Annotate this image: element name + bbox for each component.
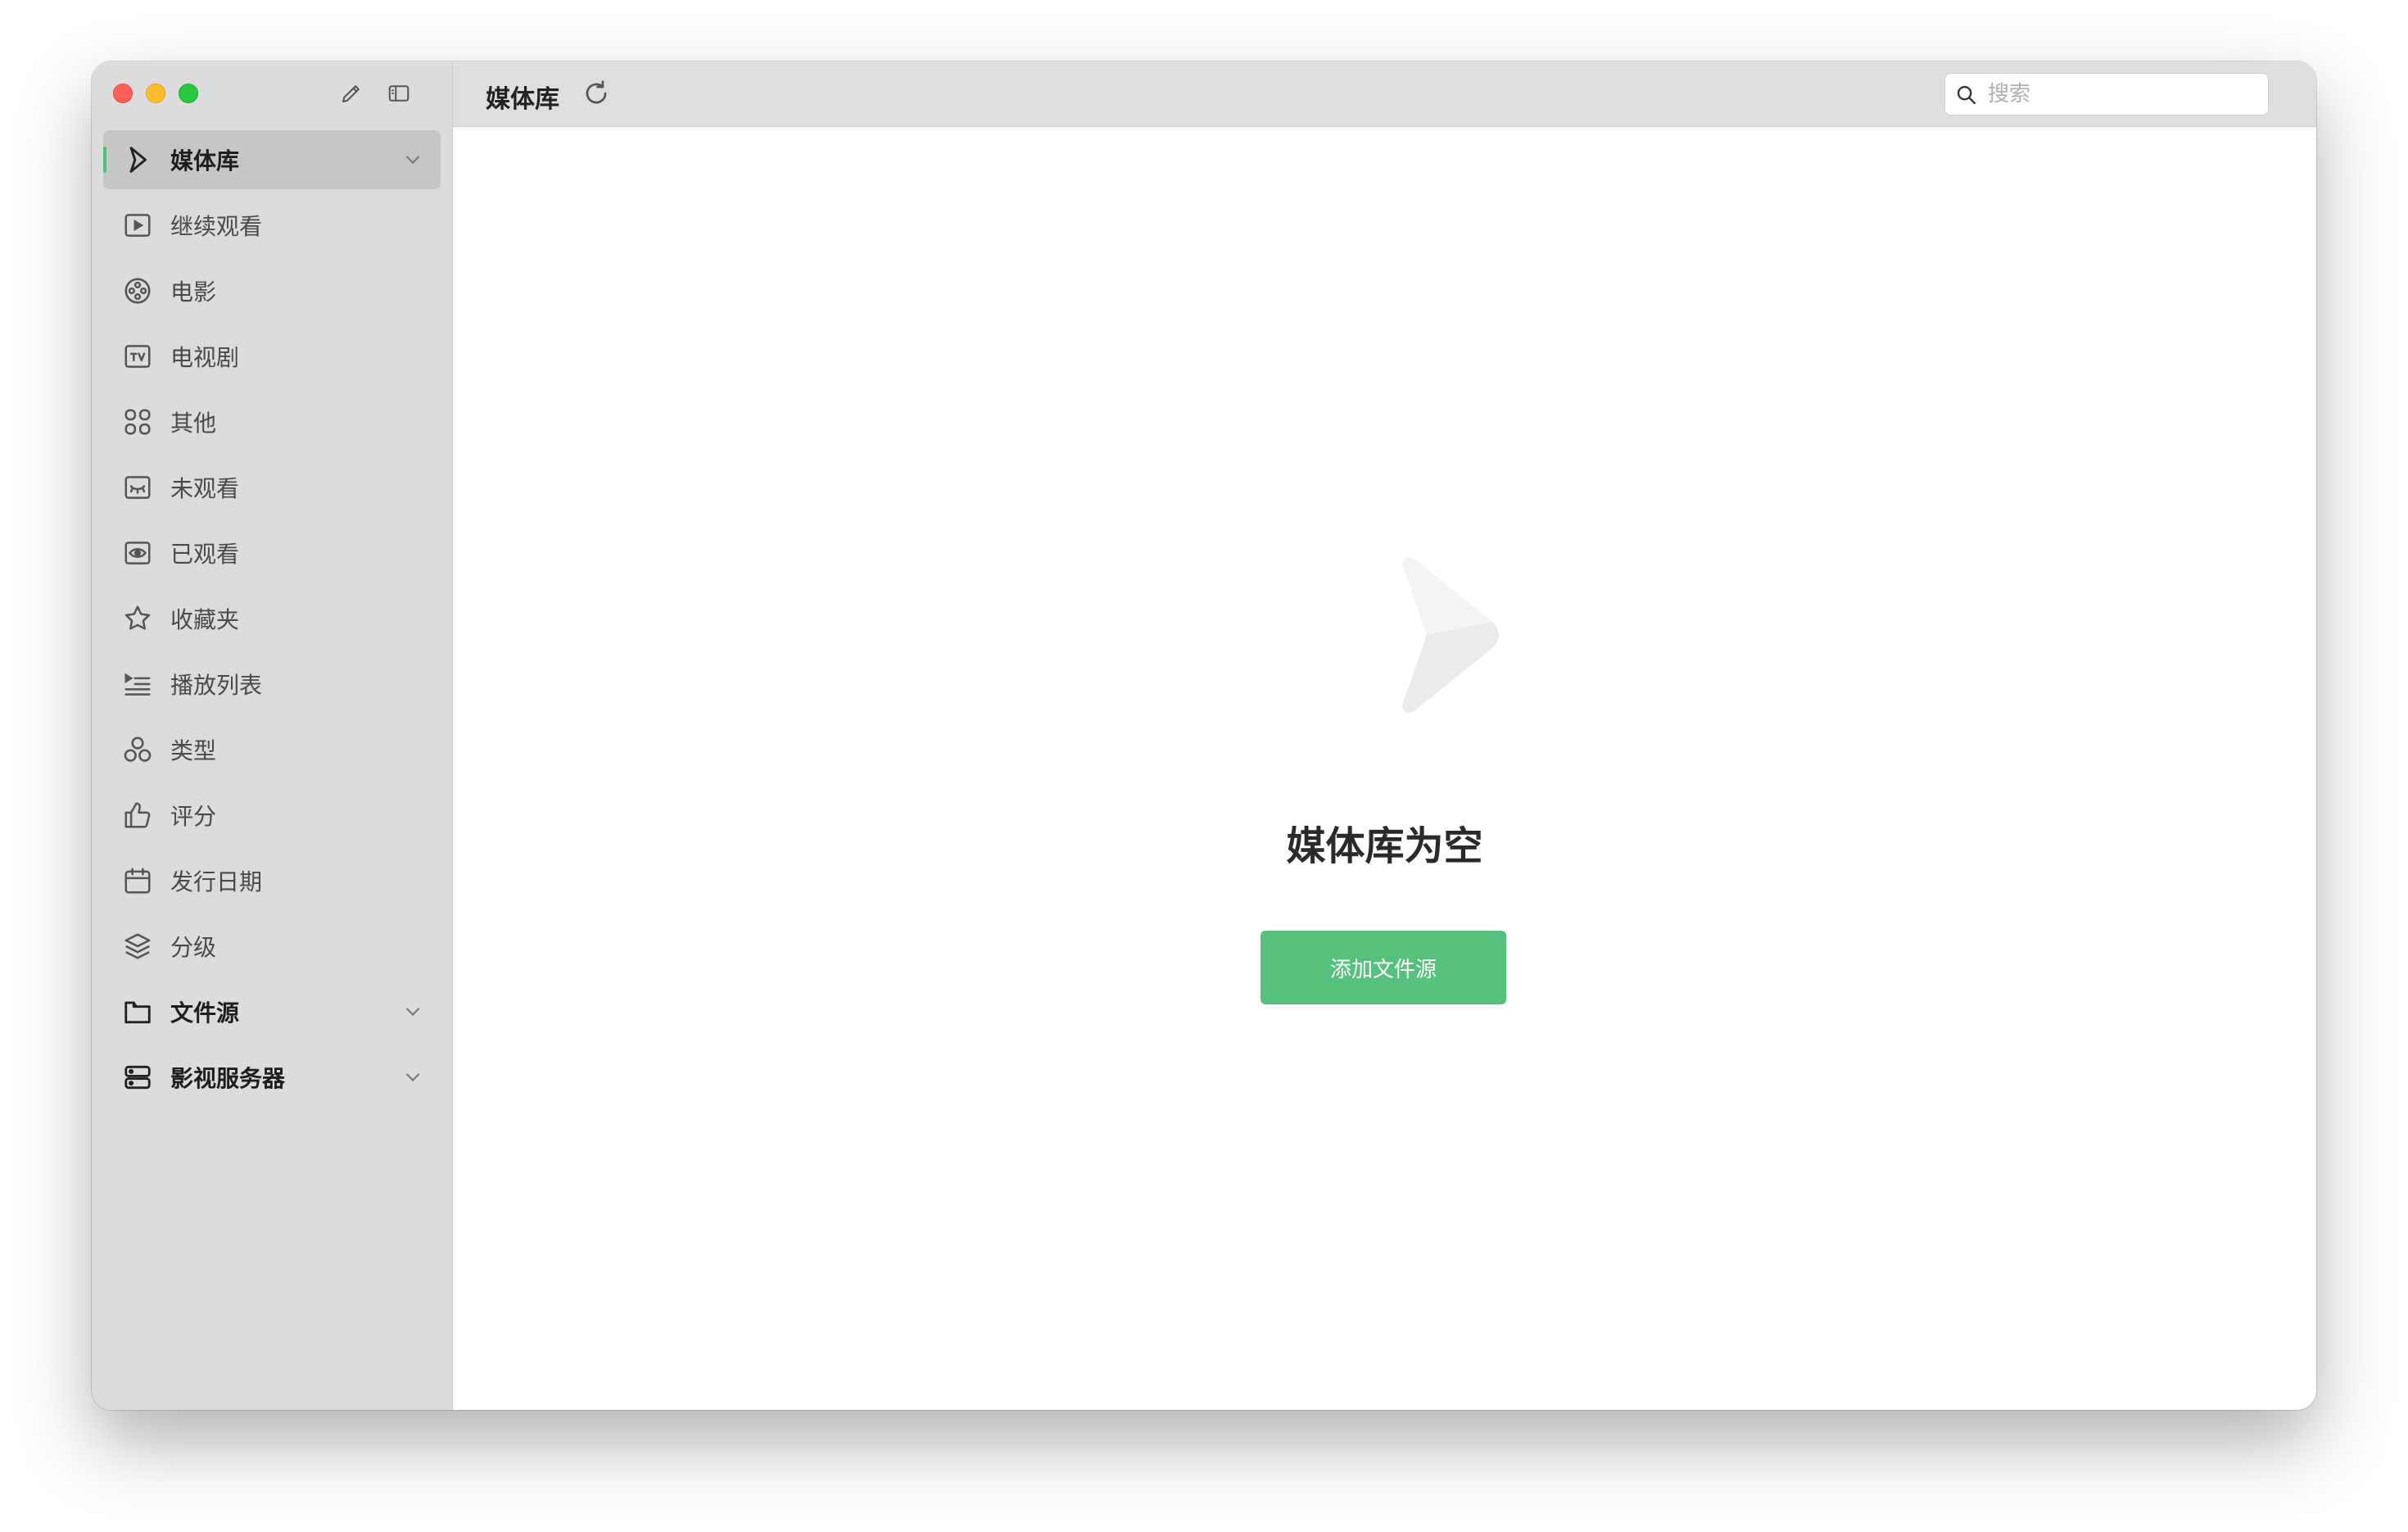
sidebar-toggle-icon[interactable] — [385, 79, 413, 107]
media-library-icon — [121, 143, 154, 176]
chevron-down-icon[interactable] — [401, 1000, 424, 1023]
sidebar-item-label: 电视剧 — [170, 344, 240, 371]
playlist-icon — [121, 668, 154, 700]
close-window-button[interactable] — [113, 84, 133, 103]
main-content: 媒体库 媒体库为空 添加文件源 — [453, 61, 2316, 1410]
sidebar-item-label: 文件源 — [170, 999, 240, 1027]
play-square-icon — [121, 209, 154, 242]
sidebar-nav: 媒体库 继续观看 电影 电视剧 其他 未观看 已观看 收藏夹 播放列表 类型 评… — [103, 130, 441, 1113]
sidebar-item-label: 媒体库 — [170, 147, 240, 175]
eye-icon — [121, 537, 154, 569]
sidebar-item-movies[interactable]: 电影 — [103, 261, 441, 320]
calendar-icon — [121, 864, 154, 897]
sidebar-item-tv-shows[interactable]: 电视剧 — [103, 327, 441, 386]
toolbar: 媒体库 — [453, 61, 2316, 127]
film-reel-icon — [121, 274, 154, 307]
sidebar-item-playlists[interactable]: 播放列表 — [103, 655, 441, 714]
star-icon — [121, 602, 154, 635]
empty-state-title: 媒体库为空 — [1286, 823, 1483, 869]
sidebar-item-watched[interactable]: 已观看 — [103, 524, 441, 582]
layers-icon — [121, 930, 154, 963]
sidebar-item-label: 已观看 — [170, 541, 240, 568]
sidebar-item-label: 评分 — [170, 803, 217, 830]
active-indicator — [103, 147, 106, 173]
sidebar-item-label: 影视服务器 — [170, 1065, 286, 1092]
minimize-window-button[interactable] — [146, 84, 165, 103]
sidebar-item-other[interactable]: 其他 — [103, 392, 441, 451]
sidebar-item-genres[interactable]: 类型 — [103, 720, 441, 779]
tv-icon — [121, 340, 154, 373]
empty-library-logo-icon — [1402, 557, 1499, 713]
zoom-window-button[interactable] — [179, 84, 198, 103]
sidebar-item-content-rating[interactable]: 分级 — [103, 917, 441, 976]
sidebar-item-label: 分级 — [170, 934, 217, 961]
search-box[interactable] — [1944, 73, 2269, 116]
thumbs-up-icon — [121, 799, 154, 832]
sidebar-item-favorites[interactable]: 收藏夹 — [103, 589, 441, 648]
sidebar-item-unwatched[interactable]: 未观看 — [103, 458, 441, 517]
eye-closed-icon — [121, 471, 154, 504]
sidebar-item-media-library[interactable]: 媒体库 — [103, 130, 441, 189]
page-title: 媒体库 — [486, 85, 559, 114]
chevron-down-icon[interactable] — [401, 1066, 424, 1089]
refresh-icon[interactable] — [581, 78, 612, 109]
sidebar-item-release-date[interactable]: 发行日期 — [103, 851, 441, 910]
search-icon — [1957, 85, 1976, 105]
search-input[interactable] — [1988, 74, 2258, 115]
sidebar-item-ratings[interactable]: 评分 — [103, 786, 441, 845]
chevron-down-icon[interactable] — [401, 148, 424, 171]
sidebar: 媒体库 继续观看 电影 电视剧 其他 未观看 已观看 收藏夹 播放列表 类型 评… — [92, 61, 453, 1410]
sidebar-item-label: 类型 — [170, 737, 217, 764]
sidebar-item-label: 电影 — [170, 279, 217, 306]
sidebar-item-label: 播放列表 — [170, 672, 263, 699]
app-window: 媒体库 继续观看 电影 电视剧 其他 未观看 已观看 收藏夹 播放列表 类型 评… — [92, 61, 2316, 1410]
sidebar-item-label: 继续观看 — [170, 213, 263, 240]
edit-icon[interactable] — [337, 79, 365, 107]
add-file-source-button[interactable]: 添加文件源 — [1261, 931, 1506, 1004]
genre-icon — [121, 733, 154, 766]
grid-icon — [121, 406, 154, 438]
sidebar-item-label: 收藏夹 — [170, 606, 240, 633]
sidebar-item-label: 其他 — [170, 410, 217, 437]
server-icon — [121, 1061, 154, 1094]
sidebar-item-label: 发行日期 — [170, 868, 263, 895]
sidebar-item-media-servers[interactable]: 影视服务器 — [103, 1048, 441, 1107]
sidebar-item-continue-watching[interactable]: 继续观看 — [103, 196, 441, 255]
folder-icon — [121, 995, 154, 1028]
sidebar-item-file-sources[interactable]: 文件源 — [103, 982, 441, 1041]
sidebar-item-label: 未观看 — [170, 475, 240, 502]
